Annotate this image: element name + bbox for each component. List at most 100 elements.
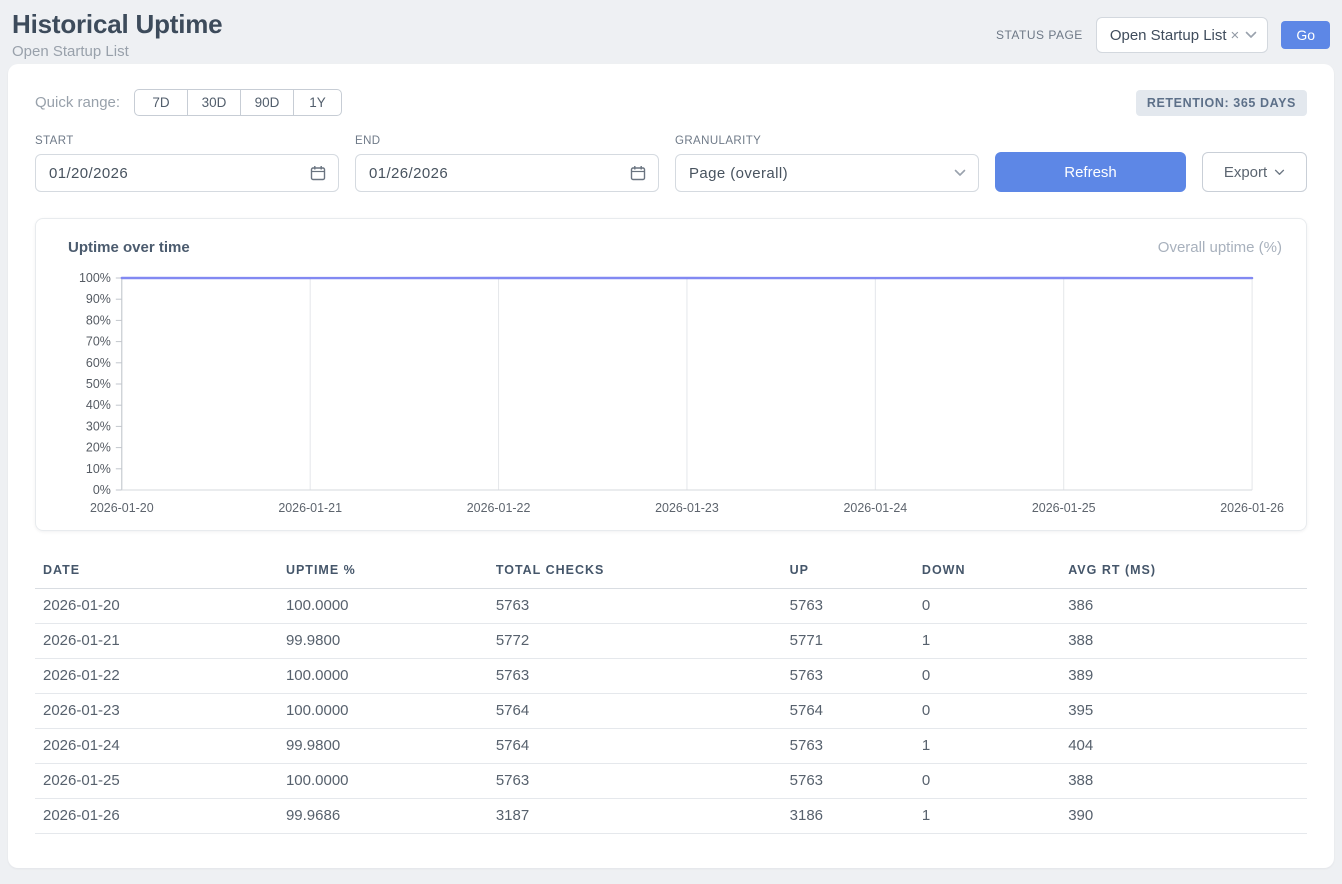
table-cell-total-checks: 5772 [488,624,782,659]
status-page-label: STATUS PAGE [996,28,1083,42]
svg-text:100%: 100% [79,271,111,285]
svg-text:2026-01-23: 2026-01-23 [655,501,719,515]
uptime-table-body: 2026-01-20100.00005763576303862026-01-21… [35,589,1307,834]
calendar-icon[interactable] [310,165,326,181]
uptime-table: DATEUPTIME %TOTAL CHECKSUPDOWNAVG RT (MS… [35,555,1307,834]
svg-text:60%: 60% [86,356,111,370]
table-cell-avg-rt: 386 [1060,589,1307,624]
end-date-input[interactable]: 01/26/2026 [355,154,659,192]
uptime-chart: 0%10%20%30%40%50%60%70%80%90%100%2026-01… [58,270,1284,522]
table-row: 2026-01-2499.9800576457631404 [35,729,1307,764]
column-header-total-checks: TOTAL CHECKS [488,555,782,589]
end-date-value: 01/26/2026 [369,165,448,182]
table-cell-uptime: 100.0000 [278,764,488,799]
svg-text:90%: 90% [86,292,111,306]
filter-row: START 01/20/2026 END 01/26/2026 GRANULAR… [35,135,1307,192]
table-cell-avg-rt: 390 [1060,799,1307,834]
quick-range-group: 7D30D90D1Y [134,89,342,116]
page-header: Historical Uptime Open Startup List STAT… [0,0,1342,64]
table-cell-total-checks: 3187 [488,799,782,834]
table-cell-total-checks: 5764 [488,694,782,729]
svg-text:20%: 20% [86,441,111,455]
quick-range-1y-button[interactable]: 1Y [293,89,342,116]
chart-header: Uptime over time Overall uptime (%) [58,239,1284,270]
svg-text:2026-01-21: 2026-01-21 [278,501,342,515]
uptime-table-wrap: DATEUPTIME %TOTAL CHECKSUPDOWNAVG RT (MS… [35,555,1307,834]
quick-range-7d-button[interactable]: 7D [134,89,188,116]
start-date-input[interactable]: 01/20/2026 [35,154,339,192]
svg-text:50%: 50% [86,377,111,391]
table-cell-total-checks: 5763 [488,659,782,694]
main-panel: Quick range: 7D30D90D1Y RETENTION: 365 D… [8,64,1334,868]
uptime-chart-card: Uptime over time Overall uptime (%) 0%10… [35,218,1307,531]
table-cell-up: 5763 [782,659,914,694]
column-header-up: UP [782,555,914,589]
table-cell-total-checks: 5763 [488,589,782,624]
table-cell-total-checks: 5764 [488,729,782,764]
export-button-label: Export [1224,164,1267,181]
table-cell-uptime: 99.9800 [278,624,488,659]
table-cell-total-checks: 5763 [488,764,782,799]
table-row: 2026-01-2699.9686318731861390 [35,799,1307,834]
table-cell-down: 0 [914,589,1060,624]
calendar-icon[interactable] [630,165,646,181]
chart-title: Uptime over time [68,239,190,256]
page-title: Historical Uptime [12,9,222,40]
table-row: 2026-01-22100.0000576357630389 [35,659,1307,694]
quick-range-90d-button[interactable]: 90D [240,89,294,116]
table-cell-up: 3186 [782,799,914,834]
chart-legend: Overall uptime (%) [1158,239,1282,256]
table-cell-down: 1 [914,624,1060,659]
page-subtitle: Open Startup List [12,43,222,60]
chevron-down-icon [1274,169,1285,176]
table-cell-down: 0 [914,764,1060,799]
svg-text:30%: 30% [86,419,111,433]
table-row: 2026-01-2199.9800577257711388 [35,624,1307,659]
svg-text:2026-01-22: 2026-01-22 [467,501,531,515]
column-header-down: DOWN [914,555,1060,589]
go-button[interactable]: Go [1281,21,1330,49]
status-page-selected-value: Open Startup List [1110,27,1227,44]
table-cell-avg-rt: 404 [1060,729,1307,764]
refresh-button[interactable]: Refresh [995,152,1186,192]
start-date-value: 01/20/2026 [49,165,128,182]
table-cell-uptime: 100.0000 [278,694,488,729]
table-cell-down: 0 [914,659,1060,694]
table-cell-date: 2026-01-21 [35,624,278,659]
table-cell-date: 2026-01-22 [35,659,278,694]
table-row: 2026-01-25100.0000576357630388 [35,764,1307,799]
quick-range-30d-button[interactable]: 30D [187,89,241,116]
svg-text:2026-01-26: 2026-01-26 [1220,501,1284,515]
page-heading: Historical Uptime Open Startup List [12,9,222,60]
table-cell-avg-rt: 388 [1060,764,1307,799]
table-cell-avg-rt: 395 [1060,694,1307,729]
column-header-date: DATE [35,555,278,589]
granularity-label: GRANULARITY [675,135,979,147]
status-page-select[interactable]: Open Startup List × [1096,17,1269,53]
svg-text:40%: 40% [86,398,111,412]
granularity-select[interactable]: Page (overall) [675,154,979,192]
export-button[interactable]: Export [1202,152,1307,192]
column-header-uptime: UPTIME % [278,555,488,589]
table-cell-up: 5763 [782,764,914,799]
table-cell-avg-rt: 389 [1060,659,1307,694]
table-cell-uptime: 99.9686 [278,799,488,834]
svg-text:2026-01-20: 2026-01-20 [90,501,154,515]
table-cell-date: 2026-01-23 [35,694,278,729]
table-cell-date: 2026-01-25 [35,764,278,799]
chevron-down-icon [1245,31,1257,39]
granularity-field-group: GRANULARITY Page (overall) [675,135,979,192]
table-cell-date: 2026-01-20 [35,589,278,624]
table-cell-date: 2026-01-24 [35,729,278,764]
uptime-chart-svg: 0%10%20%30%40%50%60%70%80%90%100%2026-01… [58,270,1284,522]
svg-text:10%: 10% [86,462,111,476]
start-date-label: START [35,135,339,147]
table-cell-uptime: 99.9800 [278,729,488,764]
table-cell-uptime: 100.0000 [278,659,488,694]
clear-selection-icon[interactable]: × [1231,27,1240,44]
svg-text:80%: 80% [86,313,111,327]
table-cell-avg-rt: 388 [1060,624,1307,659]
svg-text:2026-01-24: 2026-01-24 [843,501,907,515]
retention-badge: RETENTION: 365 DAYS [1136,90,1307,116]
table-cell-down: 1 [914,799,1060,834]
